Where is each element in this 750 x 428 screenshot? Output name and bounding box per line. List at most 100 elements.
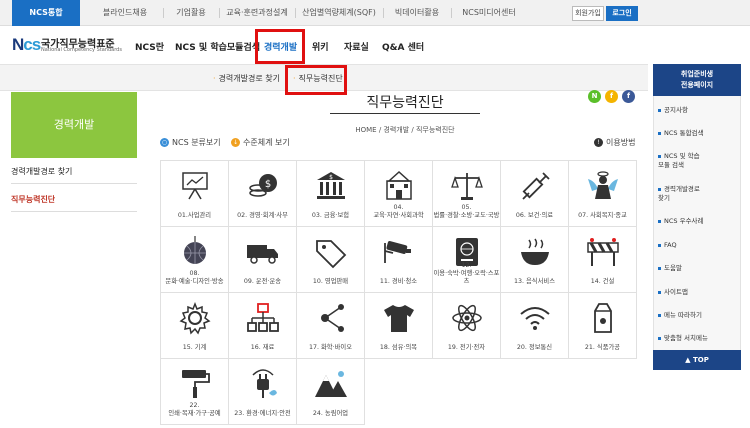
category-label: 03. 금융·보험: [311, 212, 350, 219]
quick-custom-search[interactable]: 맞춤형 서치메뉴: [658, 334, 708, 343]
quick-best-practice[interactable]: NCS 우수사례: [658, 217, 704, 226]
tab-blind-hiring[interactable]: 블라인드채용: [88, 0, 162, 26]
nav-ncs-search[interactable]: NCS 및 학습모듈검색: [175, 40, 260, 53]
category-card[interactable]: 17. 화학·바이오: [296, 292, 365, 359]
logo-english-text: National Competency Standards: [41, 47, 122, 53]
category-card[interactable]: 24. 농림어업: [296, 358, 365, 425]
category-card[interactable]: 18. 섬유·의복: [364, 292, 433, 359]
level-system-button[interactable]: ↓ 수준체계 보기: [231, 137, 290, 148]
quick-module-search[interactable]: NCS 및 학습 모듈 검색: [658, 152, 700, 170]
nav-qa-center[interactable]: Q&A 센터: [382, 40, 424, 53]
tab-ncs-integrated[interactable]: NCS통합: [12, 0, 80, 26]
category-label: 16. 재료: [250, 344, 275, 351]
login-button[interactable]: 로그인: [606, 6, 638, 21]
category-label: 05. 법률·경찰·소방·교도·국방: [433, 204, 500, 219]
category-card[interactable]: 08. 문화·예술·디자인·방송: [160, 226, 229, 293]
highlight-box-diagnosis: [285, 65, 347, 95]
search-icon: ○: [160, 138, 169, 147]
naver-share-icon[interactable]: N: [588, 90, 601, 103]
category-label: 04. 교육·자연·사회과학: [373, 204, 424, 219]
category-card[interactable]: $02. 경영·회계·사무: [228, 160, 297, 227]
category-card[interactable]: 20. 정보통신: [500, 292, 569, 359]
category-label: 01.사업관리: [177, 212, 212, 219]
arrow-up-icon: ▲: [685, 356, 693, 364]
tab-sqf[interactable]: 산업별역량체계(SQF): [296, 0, 382, 26]
category-card[interactable]: 04. 교육·자연·사회과학: [364, 160, 433, 227]
category-label: 15. 기계: [182, 344, 207, 351]
nav-resources[interactable]: 자료실: [344, 40, 369, 53]
ncs-logo[interactable]: Ncs 국가직무능력표준 National Competency Standar…: [12, 35, 122, 55]
page-title: 직무능력진단: [366, 95, 444, 111]
svg-text:$: $: [265, 179, 271, 190]
tab-media-center[interactable]: NCS미디어센터: [452, 0, 526, 26]
category-card[interactable]: 06. 보건·의료: [500, 160, 569, 227]
download-icon: ↓: [231, 138, 240, 147]
scroll-top-button[interactable]: ▲ TOP: [653, 350, 741, 370]
left-menu-job-diagnosis[interactable]: 직무능력진단: [11, 194, 55, 205]
category-label: 10. 영업판매: [312, 278, 349, 285]
jobseeker-page-heading[interactable]: 취업준비생 전용페이지: [653, 64, 741, 96]
category-label: 19. 전기·전자: [447, 344, 486, 351]
category-grid: 01.사업관리 $02. 경영·회계·사무 $03. 금융·보험 04. 교육·자연·…: [160, 160, 638, 425]
category-card[interactable]: 16. 재료: [228, 292, 297, 359]
divider: [11, 183, 137, 184]
category-label: 06. 보건·의료: [515, 212, 554, 219]
quick-help[interactable]: 도움말: [658, 264, 682, 273]
category-card[interactable]: 07. 사회복지·종교: [568, 160, 637, 227]
highlight-box-career-nav: [255, 29, 305, 64]
category-card[interactable]: 22. 인쇄·목재·가구·공예: [160, 358, 229, 425]
left-section-banner: 경력개발: [11, 92, 137, 158]
category-label: 20. 정보통신: [516, 344, 553, 351]
category-card[interactable]: 21. 식품가공: [568, 292, 637, 359]
category-label: 22. 인쇄·목재·가구·공예: [168, 402, 221, 417]
category-label: 18. 섬유·의복: [379, 344, 418, 351]
category-label: 13. 음식서비스: [514, 278, 555, 285]
left-menu-career-path[interactable]: 경력개발경로 찾기: [11, 166, 72, 177]
join-button[interactable]: 회원가입: [572, 6, 604, 21]
category-card[interactable]: 15. 기계: [160, 292, 229, 359]
category-label: 17. 화학·바이오: [309, 344, 352, 351]
category-card[interactable]: 01.사업관리: [160, 160, 229, 227]
quick-ncs-search[interactable]: NCS 통합검색: [658, 129, 704, 138]
quick-notice[interactable]: 공지사항: [658, 106, 688, 115]
quick-sitemap[interactable]: 사이트맵: [658, 288, 688, 297]
category-card[interactable]: 23. 환경·에너지·안전: [228, 358, 297, 425]
tab-big-data[interactable]: 빅데이터활용: [384, 0, 450, 26]
category-card[interactable]: 12. 이용·숙박·여행·오락·스포츠: [432, 226, 501, 293]
info-icon: !: [594, 138, 603, 147]
category-card[interactable]: 09. 운전·운송: [228, 226, 297, 293]
category-card[interactable]: 19. 전기·전자: [432, 292, 501, 359]
category-label: 23. 환경·에너지·안전: [234, 410, 291, 417]
category-card[interactable]: 11. 경비·청소: [364, 226, 433, 293]
category-card[interactable]: 13. 음식서비스: [500, 226, 569, 293]
category-card[interactable]: $03. 금융·보험: [296, 160, 365, 227]
divider: [11, 211, 137, 212]
category-label: 24. 농림어업: [312, 410, 349, 417]
facebook-share-icon[interactable]: f: [622, 90, 635, 103]
title-underline: [330, 113, 480, 114]
logo-mark: Ncs: [12, 35, 41, 54]
category-label: 14. 건설: [590, 278, 615, 285]
nav-wiki[interactable]: 위키: [312, 40, 329, 53]
kakao-share-icon[interactable]: f: [605, 90, 618, 103]
breadcrumb: HOME / 경력개발 / 직무능력진단: [355, 126, 455, 134]
category-label: 11. 경비·청소: [379, 278, 418, 285]
quick-career-path[interactable]: 경력개발경로 찾기: [658, 185, 700, 203]
tab-training-design[interactable]: 교육·훈련과정설계: [220, 0, 294, 26]
category-card[interactable]: 10. 영업판매: [296, 226, 365, 293]
category-label: 12. 이용·숙박·여행·오락·스포츠: [433, 262, 500, 285]
svg-text:$: $: [329, 174, 333, 181]
usage-guide-button[interactable]: ! 이용방법: [594, 137, 635, 148]
site-switch-bar: NCS통합 블라인드채용 기업활용 교육·훈련과정설계 산업별역량체계(SQF)…: [0, 0, 750, 26]
subnav-career-path[interactable]: · 경력개발경로 찾기: [213, 73, 280, 84]
quick-menu-follow[interactable]: 메뉴 따라하기: [658, 311, 702, 320]
tab-company-use[interactable]: 기업활용: [164, 0, 218, 26]
category-card[interactable]: 14. 건설: [568, 226, 637, 293]
ncs-classification-button[interactable]: ○ NCS 분류보기: [160, 137, 221, 148]
nav-ncs-about[interactable]: NCS란: [135, 40, 164, 53]
category-label: 08. 문화·예술·디자인·방송: [165, 270, 224, 285]
category-label: 07. 사회복지·종교: [578, 212, 627, 219]
quick-faq[interactable]: FAQ: [658, 241, 677, 250]
category-label: 09. 운전·운송: [243, 278, 282, 285]
category-card[interactable]: 05. 법률·경찰·소방·교도·국방: [432, 160, 501, 227]
